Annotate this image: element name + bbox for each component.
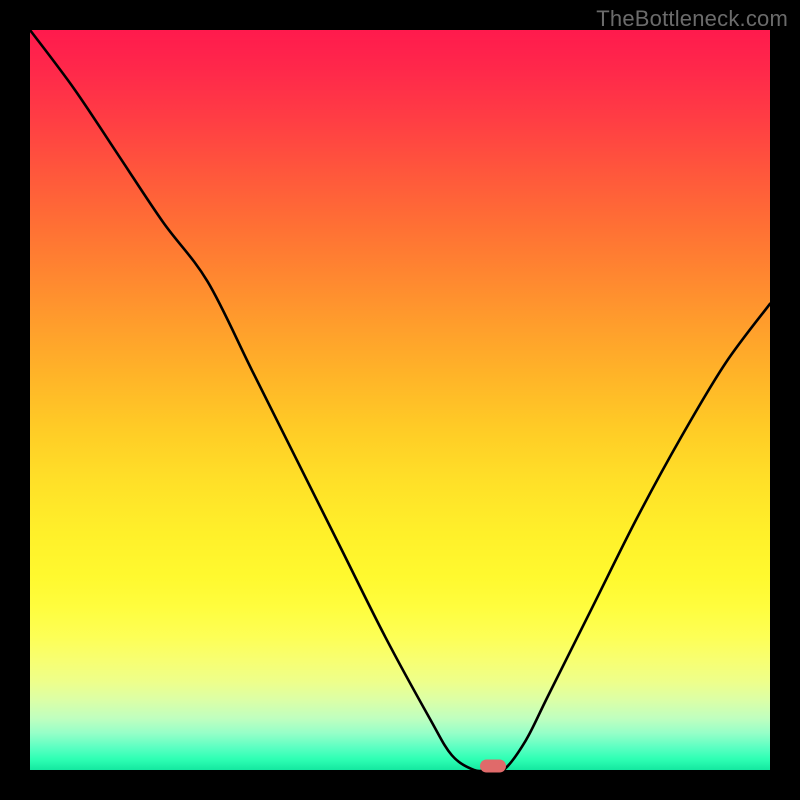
watermark-text: TheBottleneck.com <box>596 6 788 32</box>
plot-area <box>30 30 770 770</box>
chart-frame: TheBottleneck.com <box>0 0 800 800</box>
minimum-marker <box>480 759 506 772</box>
bottleneck-curve <box>30 30 770 770</box>
